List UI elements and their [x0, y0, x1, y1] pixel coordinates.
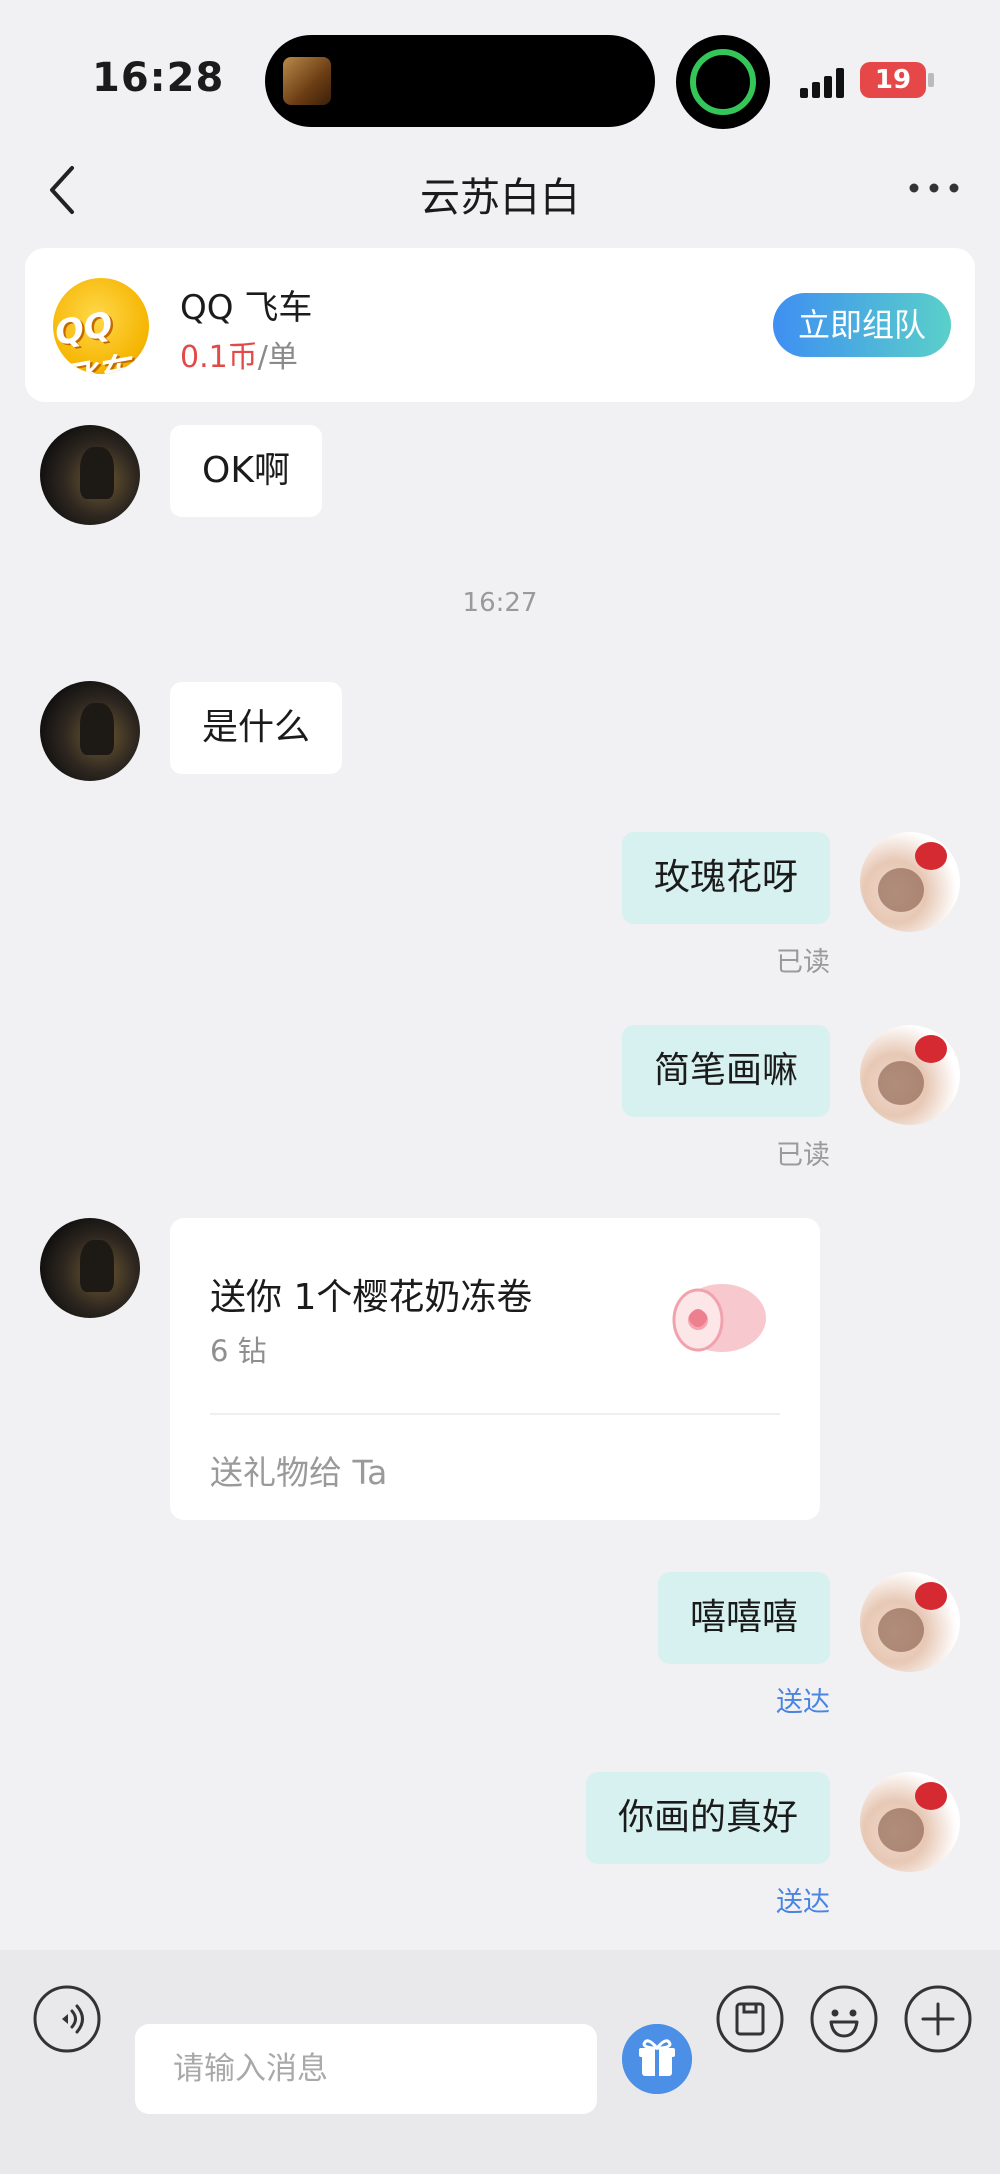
- gift-message-card[interactable]: 送你 1个樱花奶冻卷 6 钻 送礼物给 Ta: [170, 1218, 820, 1520]
- message-bubble-outgoing[interactable]: 简笔画嘛: [621, 1025, 830, 1117]
- my-avatar[interactable]: [860, 1025, 960, 1125]
- music-thumbnail-icon: [283, 57, 331, 105]
- emoji-icon[interactable]: [809, 1984, 879, 2054]
- message-bubble-outgoing[interactable]: 你画的真好: [585, 1772, 830, 1864]
- qq-speed-logo-icon: QQ飞车: [53, 278, 149, 374]
- price-unit: /单: [257, 340, 298, 375]
- gift-title: 送你 1个樱花奶冻卷: [210, 1277, 533, 1318]
- delivered-status: 送达: [776, 1887, 830, 1918]
- message-bubble-outgoing[interactable]: 玫瑰花呀: [621, 832, 830, 924]
- activity-indicator: [676, 35, 770, 129]
- game-name: QQ 飞车: [180, 288, 313, 328]
- message-bubble-incoming[interactable]: 是什么: [170, 682, 343, 774]
- my-avatar[interactable]: [860, 832, 960, 932]
- read-status: 已读: [776, 947, 830, 978]
- my-avatar[interactable]: [860, 1772, 960, 1872]
- more-icon[interactable]: [904, 170, 964, 206]
- delivered-status: 送达: [776, 1687, 830, 1718]
- dynamic-island: [265, 35, 655, 127]
- message-input[interactable]: 请输入消息: [135, 2024, 597, 2114]
- price-value: 0.1币: [180, 340, 258, 375]
- status-time: 16:28: [92, 55, 225, 101]
- send-gift-link[interactable]: 送礼物给 Ta: [210, 1446, 387, 1494]
- game-logo-text: QQ飞车: [53, 304, 134, 374]
- contact-avatar[interactable]: [40, 681, 140, 781]
- contact-avatar[interactable]: [40, 1218, 140, 1318]
- battery-tip: [928, 73, 934, 87]
- cake-roll-icon: [672, 1284, 766, 1352]
- game-price: 0.1币/单: [180, 332, 298, 376]
- timer-ring-icon: [690, 49, 756, 115]
- page-title: 云苏白白: [420, 175, 580, 221]
- voice-icon[interactable]: [32, 1984, 102, 2054]
- battery-icon: 19: [860, 62, 926, 98]
- team-up-button[interactable]: 立即组队: [773, 293, 951, 357]
- signal-icon: [800, 68, 844, 98]
- message-timestamp: 16:27: [462, 588, 538, 618]
- message-bubble-outgoing[interactable]: 嘻嘻嘻: [657, 1572, 830, 1664]
- gift-divider: [210, 1413, 780, 1415]
- contact-avatar[interactable]: [40, 425, 140, 525]
- my-avatar[interactable]: [860, 1572, 960, 1672]
- gift-price: 6 钻: [210, 1334, 267, 1368]
- plus-icon[interactable]: [903, 1984, 973, 2054]
- sticker-icon[interactable]: [715, 1984, 785, 2054]
- read-status: 已读: [776, 1140, 830, 1171]
- game-promo-card[interactable]: QQ飞车 QQ 飞车 0.1币/单 立即组队: [25, 248, 975, 402]
- message-bubble-incoming[interactable]: OK啊: [170, 425, 322, 517]
- gift-icon[interactable]: [622, 2024, 692, 2094]
